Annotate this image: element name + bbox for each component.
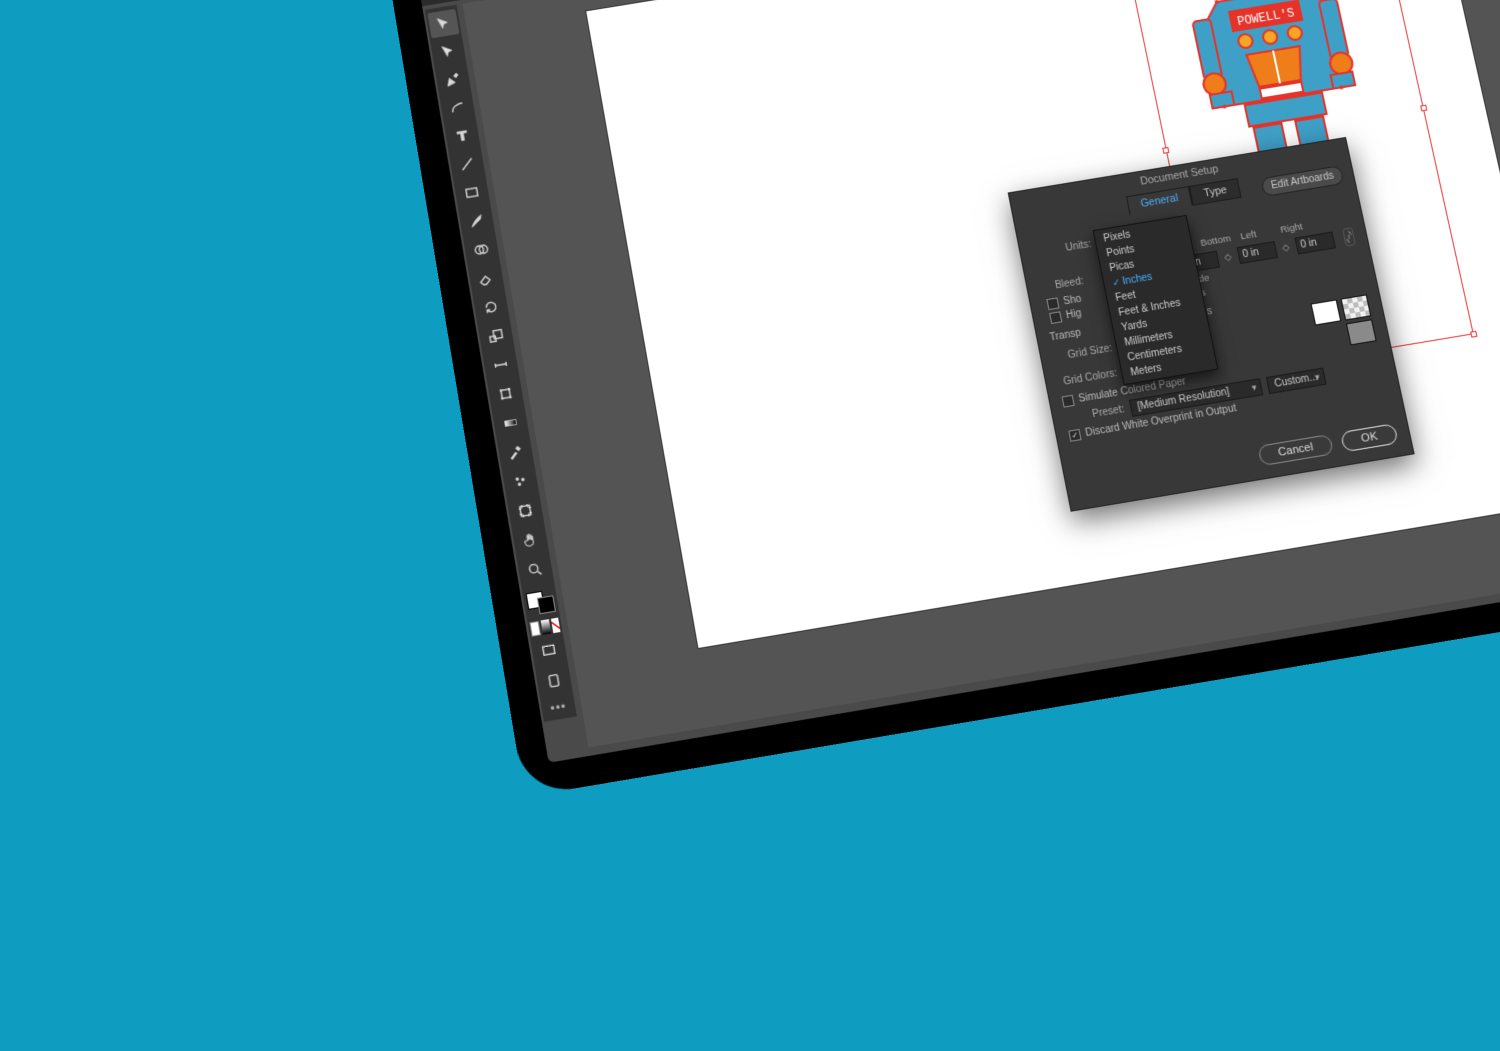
bleed-label: Bleed: [1039, 275, 1085, 293]
grid-colors-label: Grid Colors: [1058, 367, 1119, 388]
bleed-left-field[interactable]: 0 in [1236, 241, 1278, 264]
rotate-tool[interactable] [475, 292, 508, 322]
artboard-tool[interactable] [509, 495, 542, 526]
free-transform-tool[interactable] [489, 378, 522, 409]
paintbrush-tool[interactable] [460, 206, 492, 236]
type-tool[interactable] [446, 121, 478, 151]
trans-swatch-gray[interactable] [1346, 319, 1377, 345]
selection-tool[interactable] [427, 9, 459, 39]
draw-mode-icons[interactable] [529, 618, 560, 637]
width-tool[interactable] [484, 349, 517, 380]
bleed-right-field[interactable]: 0 in [1294, 231, 1336, 254]
trans-swatch-checker[interactable] [1341, 294, 1372, 320]
hand-tool[interactable] [514, 525, 547, 556]
screen-mode-icon[interactable] [532, 635, 565, 667]
simulate-paper-checkbox[interactable] [1061, 395, 1074, 408]
ok-button[interactable]: OK [1340, 423, 1399, 452]
rectangle-tool[interactable] [456, 178, 488, 208]
cancel-button[interactable]: Cancel [1257, 434, 1334, 466]
gradient-tool[interactable] [494, 407, 527, 438]
eraser-tool[interactable] [470, 263, 503, 293]
eyedropper-tool[interactable] [499, 437, 532, 468]
show-images-checkbox[interactable] [1046, 297, 1059, 310]
direct-selection-tool[interactable] [432, 37, 464, 67]
more-tools-icon[interactable]: ••• [541, 698, 576, 718]
fill-stroke-swatches[interactable] [524, 588, 557, 617]
highlight-label: Hig [1065, 308, 1082, 321]
symbol-sprayer-tool[interactable] [504, 466, 537, 497]
highlight-checkbox[interactable] [1049, 311, 1062, 324]
scale-tool[interactable] [480, 321, 513, 352]
artboard[interactable]: POWELL'S [586, 0, 1500, 648]
document-setup-dialog: Document Setup General Type Edit Artboar… [1008, 137, 1415, 512]
zoom-tool[interactable] [519, 554, 552, 585]
line-tool[interactable] [451, 149, 483, 179]
pen-tool[interactable] [437, 65, 469, 95]
edit-toolbox-icon[interactable] [537, 665, 570, 697]
curvature-tool[interactable] [441, 93, 473, 123]
discard-overprint-checkbox[interactable] [1068, 429, 1081, 442]
grid-size-label: Grid Size: [1053, 342, 1114, 363]
trans-swatch-white[interactable] [1311, 299, 1342, 325]
link-bleed-icon[interactable] [1342, 227, 1356, 246]
shape-builder-tool[interactable] [465, 234, 497, 264]
show-images-label: Sho [1062, 294, 1082, 308]
